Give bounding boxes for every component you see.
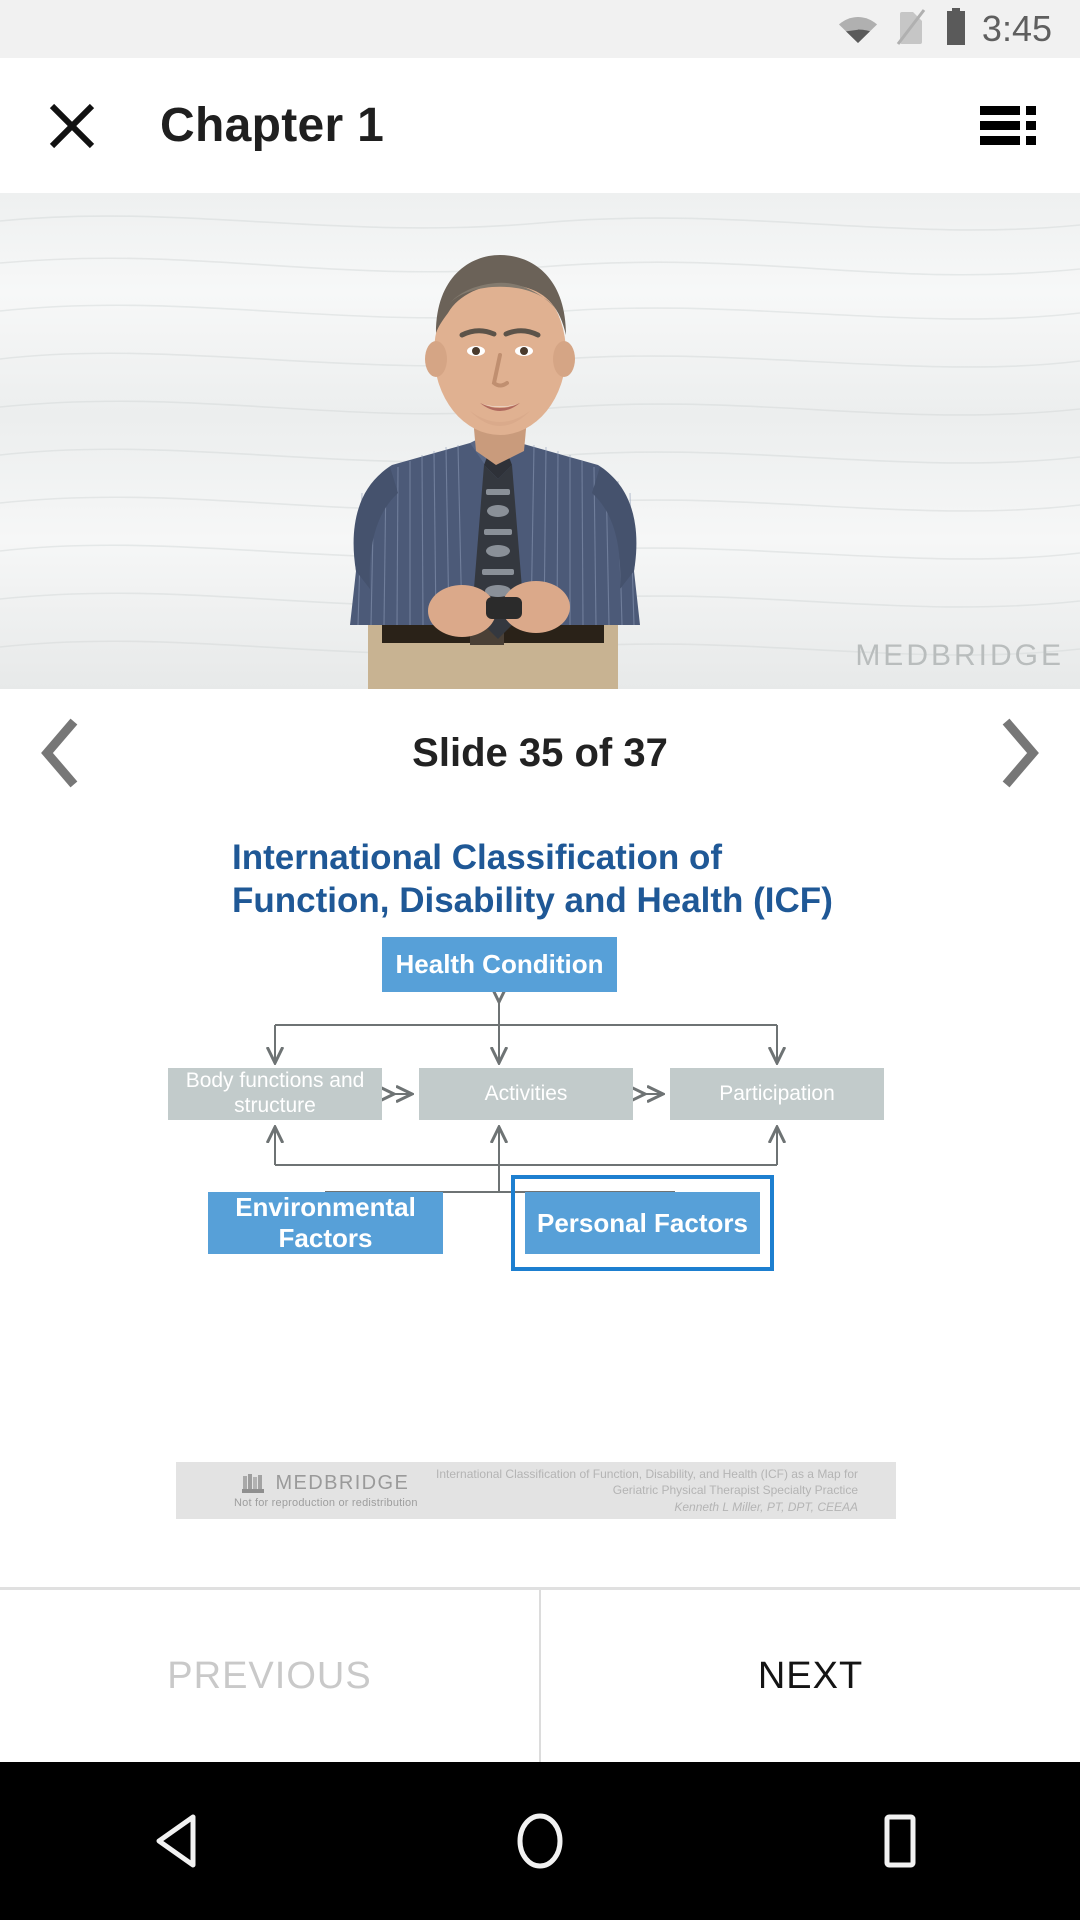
previous-slide-arrow[interactable] [6,698,116,808]
playlist-menu-button[interactable] [970,88,1046,164]
medbridge-disclaimer: Not for reproduction or redistribution [234,1497,418,1509]
box-participation: Participation [670,1068,884,1120]
system-home-button[interactable] [480,1781,600,1901]
system-navigation-bar [0,1762,1080,1920]
close-button[interactable] [26,80,118,172]
credit-line-3: Kenneth L Miller, PT, DPT, CEEAA [674,1499,858,1514]
box-body-functions: Body functions and structure [168,1068,382,1120]
slide-content: International Classification of Function… [0,817,1080,1587]
chevron-right-icon [1002,718,1039,788]
medbridge-logo: MEDBRIDGE Not for reproduction or redist… [234,1472,418,1509]
medbridge-mark-icon [242,1473,265,1493]
icf-diagram: Health Condition Body functions and stru… [168,937,910,1271]
system-recents-button[interactable] [840,1781,960,1901]
recents-square-icon [884,1814,916,1868]
app-screen: 3:45 Chapter 1 MEDBRIDGE Slide 35 of 37 … [0,0,1080,1920]
video-player[interactable]: MEDBRIDGE [0,193,1080,689]
no-sim-icon [896,8,926,51]
slide-credit: International Classification of Function… [436,1466,858,1515]
slide-footer-strip: MEDBRIDGE Not for reproduction or redist… [176,1462,896,1519]
previous-button[interactable]: PREVIOUS [0,1590,539,1762]
slide-title: International Classification of Function… [232,838,833,920]
medbridge-wordmark: MEDBRIDGE [275,1472,410,1494]
credit-line-2: Geriatric Physical Therapist Specialty P… [612,1483,858,1498]
chevron-left-icon [41,718,78,788]
next-slide-arrow[interactable] [964,698,1074,808]
close-icon [49,103,95,148]
slide-counter: Slide 35 of 37 [412,730,668,775]
box-environmental-factors: Environmental Factors [208,1192,443,1254]
wifi-icon [838,11,878,48]
credit-line-1: International Classification of Function… [436,1467,858,1482]
page-title: Chapter 1 [160,99,385,152]
box-activities: Activities [419,1068,633,1120]
status-bar-clock: 3:45 [981,8,1052,49]
next-button[interactable]: NEXT [541,1590,1080,1762]
video-watermark: MEDBRIDGE [855,639,1064,672]
battery-icon [944,7,968,51]
status-bar: 3:45 [0,0,1080,58]
status-bar-icons [838,7,968,51]
home-circle-icon [517,1813,563,1869]
playlist-icon [980,105,1036,146]
system-back-button[interactable] [120,1781,240,1901]
slide-navigation-bar: Slide 35 of 37 [0,689,1080,817]
slide-controls: PREVIOUS NEXT [0,1587,1080,1762]
presenter-figure [350,255,640,689]
box-health-condition: Health Condition [382,937,617,992]
app-bar: Chapter 1 [0,58,1080,193]
back-triangle-icon [156,1814,196,1868]
box-personal-factors: Personal Factors [525,1192,760,1254]
